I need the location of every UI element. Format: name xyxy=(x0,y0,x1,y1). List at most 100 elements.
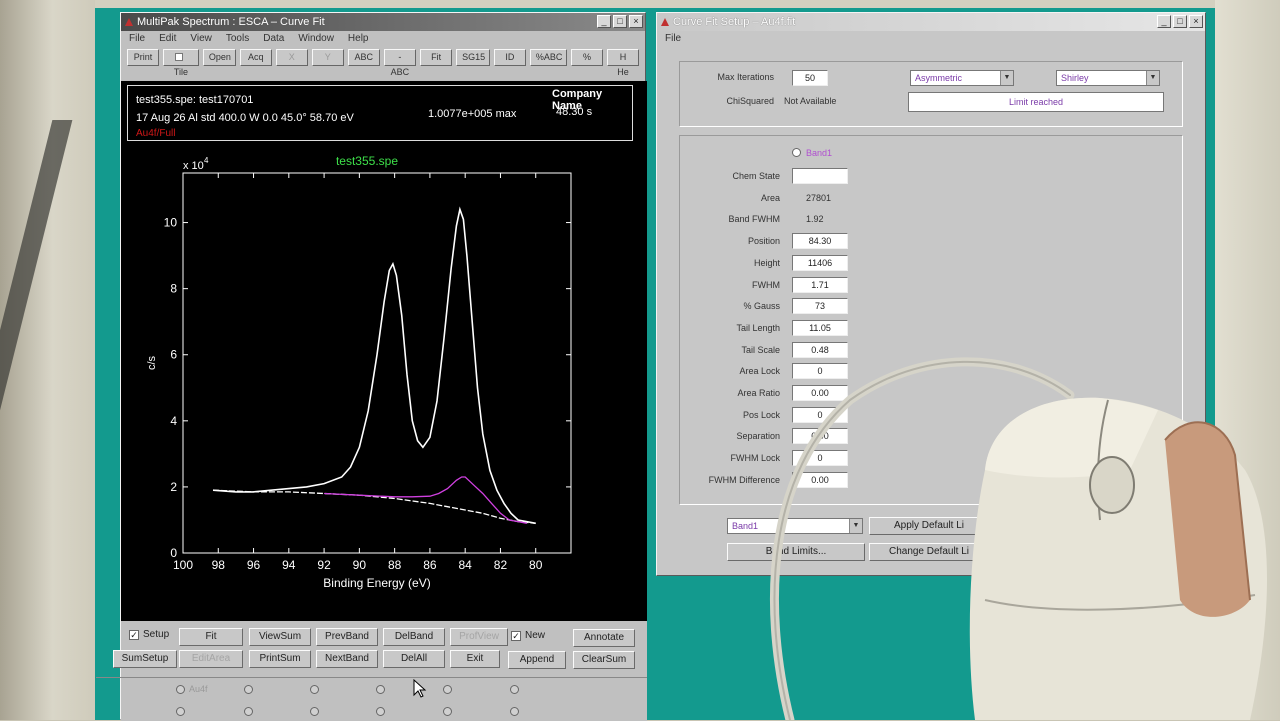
band-radio-10[interactable] xyxy=(376,707,385,716)
band-parameters-group: Band1 Chem State Area 27801 Band FWHM 1.92 Po… xyxy=(679,135,1183,505)
h-he-button[interactable]: H He xyxy=(606,49,639,77)
band-radio-5[interactable] xyxy=(443,685,452,694)
menu-data[interactable]: Data xyxy=(263,31,284,47)
menu-file[interactable]: File xyxy=(129,31,145,47)
param-input[interactable]: 11406 xyxy=(792,254,848,271)
menu-file[interactable]: File xyxy=(665,31,681,47)
param-label: % Gauss xyxy=(743,301,780,312)
param-input[interactable]: 0.00 xyxy=(792,471,848,488)
y-button[interactable]: Y xyxy=(311,49,344,66)
annotate-button[interactable]: Annotate xyxy=(573,629,635,647)
fit-toolbar-button[interactable]: Fit xyxy=(420,49,453,66)
print-button[interactable]: Print xyxy=(127,49,159,66)
background-method-value: Shirley xyxy=(1061,73,1089,83)
setup-checkbox[interactable]: ✓ xyxy=(129,630,139,640)
menu-window[interactable]: Window xyxy=(298,31,334,47)
band1-radio[interactable] xyxy=(792,148,801,157)
param-label: Area Lock xyxy=(739,366,780,377)
close-icon[interactable]: × xyxy=(1189,15,1203,28)
minimize-icon[interactable]: _ xyxy=(1157,15,1171,28)
y-tick-label: 6 xyxy=(170,348,177,362)
band-radio-11[interactable] xyxy=(443,707,452,716)
param-label: FWHM Lock xyxy=(730,453,781,464)
sumsetup-button[interactable]: SumSetup xyxy=(113,650,177,668)
band-radio-8[interactable] xyxy=(244,707,253,716)
maximize-icon[interactable]: □ xyxy=(1173,15,1187,28)
acq-button[interactable]: Acq xyxy=(239,49,272,66)
band-radio-2[interactable] xyxy=(244,685,253,694)
menu-help[interactable]: Help xyxy=(348,31,369,47)
minus-abc-button[interactable]: -ABC xyxy=(383,49,417,77)
x-button[interactable]: X xyxy=(275,49,308,66)
menu-view[interactable]: View xyxy=(190,31,212,47)
background-method-select[interactable]: Shirley ▼ xyxy=(1056,70,1160,86)
y-tick-label: 0 xyxy=(170,546,177,560)
param-input[interactable]: 0 xyxy=(792,406,848,423)
param-input[interactable] xyxy=(792,168,848,184)
band-radio-9[interactable] xyxy=(310,707,319,716)
title-bar[interactable]: MultiPak Spectrum : ESCA – Curve Fit _ □… xyxy=(121,13,645,31)
y-tick-label: 2 xyxy=(170,480,177,494)
tile-toggle[interactable]: Tile xyxy=(163,49,199,77)
band-radio-6[interactable] xyxy=(510,685,519,694)
nextband-button[interactable]: NextBand xyxy=(316,650,378,668)
exit-button[interactable]: Exit xyxy=(450,650,500,668)
window-title: Curve Fit Setup – Au4f.fit xyxy=(673,16,796,28)
background-type-select[interactable]: Asymmetric ▼ xyxy=(910,70,1014,86)
apply-default-limits-button[interactable]: Apply Default Li xyxy=(869,517,989,535)
param-input[interactable]: 0 xyxy=(792,363,848,380)
band-radio-7[interactable] xyxy=(176,707,185,716)
new-toggle[interactable]: ✓ New xyxy=(511,630,545,642)
param-input[interactable]: 84.30 xyxy=(792,233,848,250)
append-button[interactable]: Append xyxy=(508,651,566,669)
close-icon[interactable]: × xyxy=(629,15,643,28)
tile-label: Tile xyxy=(173,67,188,77)
clearsum-button[interactable]: ClearSum xyxy=(573,651,635,669)
band-select[interactable]: Band1 ▼ xyxy=(727,518,863,534)
param-input[interactable]: 0.00 xyxy=(792,428,848,445)
menu-edit[interactable]: Edit xyxy=(159,31,176,47)
x-tick-label: 82 xyxy=(494,558,508,572)
setup-toggle[interactable]: ✓ Setup xyxy=(129,629,169,641)
percent-button[interactable]: % xyxy=(570,49,603,66)
param-input[interactable]: 0 xyxy=(792,450,848,467)
sg15-button[interactable]: SG15 xyxy=(456,49,490,66)
param-input[interactable]: 0.48 xyxy=(792,341,848,358)
param-input[interactable]: 1.71 xyxy=(792,276,848,293)
band-radio-12[interactable] xyxy=(510,707,519,716)
x-tick-label: 80 xyxy=(529,558,543,572)
abc-button[interactable]: ABC xyxy=(347,49,380,66)
spectrum-chart[interactable]: 100 98 96 94 92 90 88 86 84 82 80 0 2 4 6 8 10 test355.sp… xyxy=(121,81,647,621)
band1-radio-label: Band1 xyxy=(806,148,833,158)
background-object xyxy=(0,120,73,460)
band-radio-3[interactable] xyxy=(310,685,319,694)
viewsum-button[interactable]: ViewSum xyxy=(249,628,311,646)
minimize-icon[interactable]: _ xyxy=(597,15,611,28)
profview-button[interactable]: ProfView xyxy=(450,628,508,646)
change-default-limits-button[interactable]: Change Default Li xyxy=(869,543,989,561)
multipak-spectrum-window: MultiPak Spectrum : ESCA – Curve Fit _ □… xyxy=(96,12,647,721)
menu-tools[interactable]: Tools xyxy=(226,31,249,47)
open-button[interactable]: Open xyxy=(202,49,236,66)
param-input[interactable]: 73 xyxy=(792,298,848,315)
delband-button[interactable]: DelBand xyxy=(383,628,445,646)
percent-abc-button[interactable]: %ABC xyxy=(529,49,567,66)
printsum-button[interactable]: PrintSum xyxy=(249,650,311,668)
title-bar[interactable]: Curve Fit Setup – Au4f.fit _ □ × xyxy=(657,13,1205,31)
band-limits-button[interactable]: Band Limits... xyxy=(727,543,865,561)
editarea-button[interactable]: EditArea xyxy=(179,650,243,668)
param-input[interactable]: 11.05 xyxy=(792,319,848,336)
param-input[interactable]: 0.00 xyxy=(792,385,848,401)
delall-button[interactable]: DelAll xyxy=(383,650,445,668)
tile-checkbox[interactable] xyxy=(175,53,184,61)
prevband-button[interactable]: PrevBand xyxy=(316,628,378,646)
monitor-bezel-right xyxy=(1215,0,1280,720)
band-radio-4[interactable] xyxy=(376,685,385,694)
new-checkbox[interactable]: ✓ xyxy=(511,631,521,641)
fit-button[interactable]: Fit xyxy=(179,628,243,646)
max-iterations-input[interactable]: 50 xyxy=(792,70,828,86)
id-button[interactable]: ID xyxy=(493,49,526,66)
spectrum-plot-area[interactable]: test355.spe: test170701 17 Aug 26 Al std… xyxy=(121,81,647,621)
maximize-icon[interactable]: □ xyxy=(613,15,627,28)
band-radio-1[interactable] xyxy=(176,685,185,694)
